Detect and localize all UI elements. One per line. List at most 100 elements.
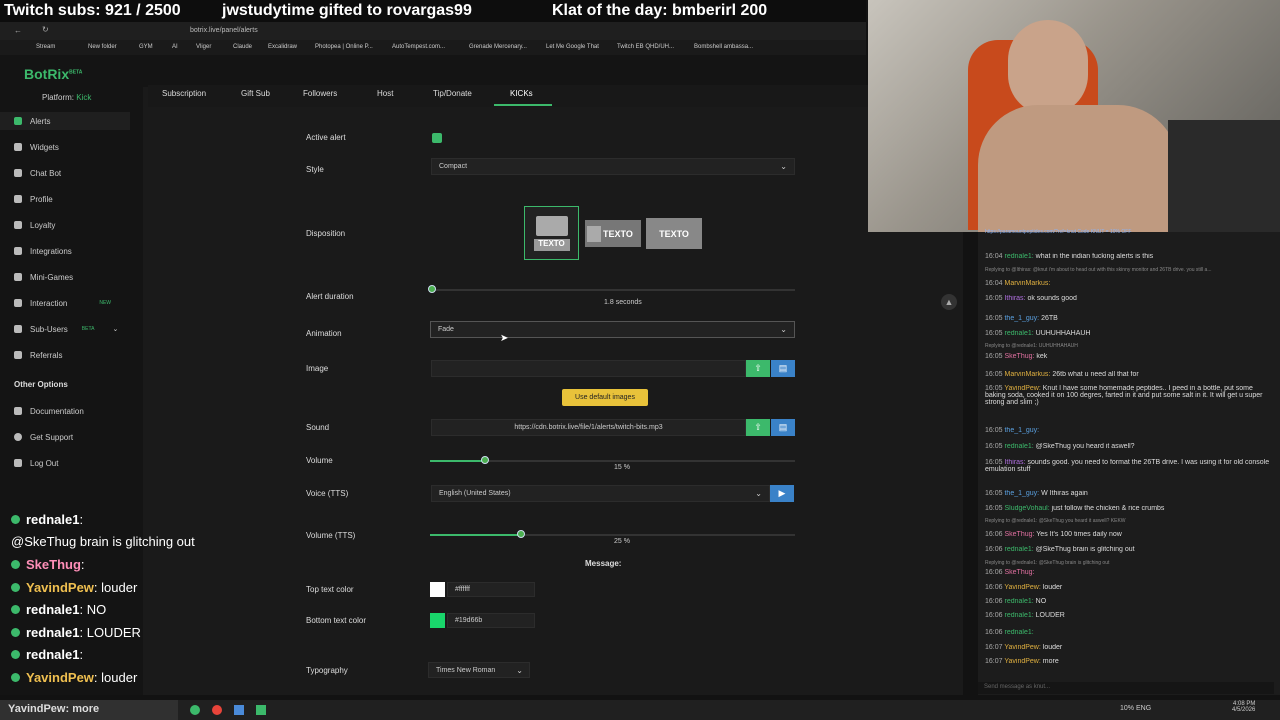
tab-followers[interactable]: Followers	[303, 89, 337, 103]
bookmark[interactable]: Stream	[36, 44, 55, 50]
chat-username[interactable]: the_1_guy:	[1004, 427, 1039, 434]
sidebar-item-chat-bot[interactable]: Chat Bot	[14, 166, 61, 180]
bookmark[interactable]: AutoTempest.com...	[392, 44, 445, 50]
url-field[interactable]: botrix.live/panel/alerts	[190, 27, 258, 34]
sidebar-item-profile[interactable]: Profile	[14, 192, 53, 206]
bookmark[interactable]: GYM	[139, 44, 153, 50]
slider-handle[interactable]	[428, 285, 436, 293]
upload-icon[interactable]: ⇧	[746, 360, 770, 377]
chat-username[interactable]: the_1_guy:	[1004, 490, 1039, 497]
top-text-color-input[interactable]: #ffffff	[447, 582, 535, 597]
typography-select[interactable]: Times New Roman ⌄	[428, 662, 530, 678]
bookmark[interactable]: Grenade Mercenary...	[469, 44, 527, 50]
chat-username[interactable]: MarvinMarkus:	[1004, 280, 1050, 287]
chat-username[interactable]: rednale1:	[1004, 443, 1033, 450]
app-icon[interactable]	[256, 705, 266, 715]
tab-kicks[interactable]: KICKs	[510, 89, 533, 103]
chat-username[interactable]: YavindPew:	[1004, 644, 1040, 651]
animation-select[interactable]: Fade ⌄	[430, 321, 795, 338]
chat-username[interactable]: MarvinMarkus:	[1004, 371, 1050, 378]
reload-icon[interactable]: ↻	[42, 25, 49, 34]
system-tray[interactable]: 10% ENG	[1120, 705, 1151, 712]
bookmark[interactable]: Twitch EB QHD/UH...	[617, 44, 674, 50]
back-icon[interactable]: ←	[14, 26, 22, 35]
bookmark[interactable]: AI	[172, 44, 178, 50]
clock[interactable]: 4:08 PM 4/5/2026	[1232, 701, 1255, 713]
use-default-images-button[interactable]: Use default images	[562, 389, 648, 406]
bookmark[interactable]: Bombshell ambassa...	[694, 44, 753, 50]
upload-icon[interactable]: ⇧	[746, 419, 770, 436]
chat-username[interactable]: SkeThug:	[1004, 569, 1034, 576]
image-url-input[interactable]	[431, 360, 746, 377]
disposition-option-vertical[interactable]: TEXTO	[524, 206, 579, 260]
chat-input[interactable]: Send message as knut...	[978, 682, 1274, 694]
app-icon[interactable]	[190, 705, 200, 715]
sound-label: Sound	[306, 423, 330, 432]
chat-username[interactable]: YavindPew:	[1004, 385, 1040, 392]
sidebar-item-widgets[interactable]: Widgets	[14, 140, 59, 154]
chrome-icon[interactable]	[212, 705, 222, 715]
chat-timestamp: 16:05	[985, 295, 1003, 302]
tab-gift-sub[interactable]: Gift Sub	[241, 89, 270, 103]
volume-readout: 15 %	[614, 464, 630, 471]
gallery-icon[interactable]: ▤	[771, 419, 795, 436]
chat-username[interactable]: rednale1:	[1004, 546, 1033, 553]
app-icon[interactable]	[234, 705, 244, 715]
sidebar-item-integrations[interactable]: Integrations	[14, 244, 72, 258]
chat-username[interactable]: rednale1:	[1004, 598, 1033, 605]
active-alert-checkbox[interactable]	[432, 133, 442, 143]
sidebar-item-sub-users[interactable]: Sub-Users BETA ⌄	[14, 322, 118, 336]
sidebar-item-documentation[interactable]: Documentation	[14, 404, 84, 418]
chat-username[interactable]: rednale1:	[1004, 612, 1033, 619]
chat-timestamp: 16:05	[985, 443, 1003, 450]
chat-text: Replying to @rednale1: @SkeThug you hear…	[985, 518, 1126, 524]
sound-url-input[interactable]: https://cdn.botrix.live/file/1/alerts/tw…	[431, 419, 746, 436]
webcam-feed	[868, 0, 1280, 232]
chat-username[interactable]: the_1_guy:	[1004, 315, 1039, 322]
tab-tip-donate[interactable]: Tip/Donate	[433, 89, 472, 103]
tab-subscription[interactable]: Subscription	[162, 89, 206, 103]
bottom-text-color-input[interactable]: #19d66b	[447, 613, 535, 628]
chat-username[interactable]: Ithiras:	[1004, 295, 1025, 302]
bookmark[interactable]: Claude	[233, 44, 252, 50]
chat-username[interactable]: rednale1:	[1004, 330, 1033, 337]
alert-duration-slider[interactable]	[432, 289, 795, 291]
tab-host[interactable]: Host	[377, 89, 393, 103]
style-select[interactable]: Compact ⌄	[431, 158, 795, 175]
bookmark[interactable]: Excalidraw	[268, 44, 297, 50]
sidebar-item-mini-games[interactable]: Mini-Games	[14, 270, 73, 284]
voice-select[interactable]: English (United States) ⌄	[431, 485, 770, 502]
bookmark[interactable]: New folder	[88, 44, 117, 50]
top-text-color-swatch[interactable]	[430, 582, 445, 597]
sidebar-item-referrals[interactable]: Referrals	[14, 348, 62, 362]
volume-tts-slider[interactable]	[430, 534, 795, 536]
chat-username[interactable]: YavindPew:	[1004, 584, 1040, 591]
gallery-icon[interactable]: ▤	[771, 360, 795, 377]
disposition-option-text-only[interactable]: TEXTO	[646, 218, 702, 249]
slider-handle[interactable]	[480, 456, 489, 464]
overlay-chat-username: rednale1	[26, 602, 80, 617]
sidebar-item-get-support[interactable]: Get Support	[14, 430, 73, 444]
animation-label: Animation	[306, 329, 342, 338]
chat-username[interactable]: SludgeVohaul:	[1004, 505, 1049, 512]
sidebar-item-loyalty[interactable]: Loyalty	[14, 218, 55, 232]
chat-username[interactable]: Ithiras:	[1004, 459, 1025, 466]
play-icon[interactable]: ▶	[770, 485, 794, 502]
chat-username[interactable]: SkeThug:	[1004, 353, 1034, 360]
bottom-text-color-swatch[interactable]	[430, 613, 445, 628]
badge-icon	[11, 583, 20, 592]
chat-username[interactable]: rednale1:	[1004, 253, 1033, 260]
bookmark[interactable]: Vliger	[196, 44, 211, 50]
sidebar-item-interaction[interactable]: Interaction NEW	[14, 296, 111, 310]
bookmark[interactable]: Let Me Google That	[546, 44, 599, 50]
disposition-option-horizontal[interactable]: TEXTO	[585, 220, 641, 247]
chat-username[interactable]: rednale1:	[1004, 629, 1033, 636]
bookmark[interactable]: Photopea | Online P...	[315, 44, 373, 50]
sidebar-item-log-out[interactable]: Log Out	[14, 456, 58, 470]
platform-selector[interactable]: Platform: Kick	[42, 93, 91, 102]
app-logo[interactable]: BotRixBETA	[24, 66, 82, 82]
chat-username[interactable]: YavindPew:	[1004, 658, 1040, 665]
sidebar-item-alerts[interactable]: Alerts	[14, 114, 50, 128]
scroll-top-icon[interactable]: ▲	[941, 294, 957, 310]
chat-username[interactable]: SkeThug:	[1004, 531, 1034, 538]
